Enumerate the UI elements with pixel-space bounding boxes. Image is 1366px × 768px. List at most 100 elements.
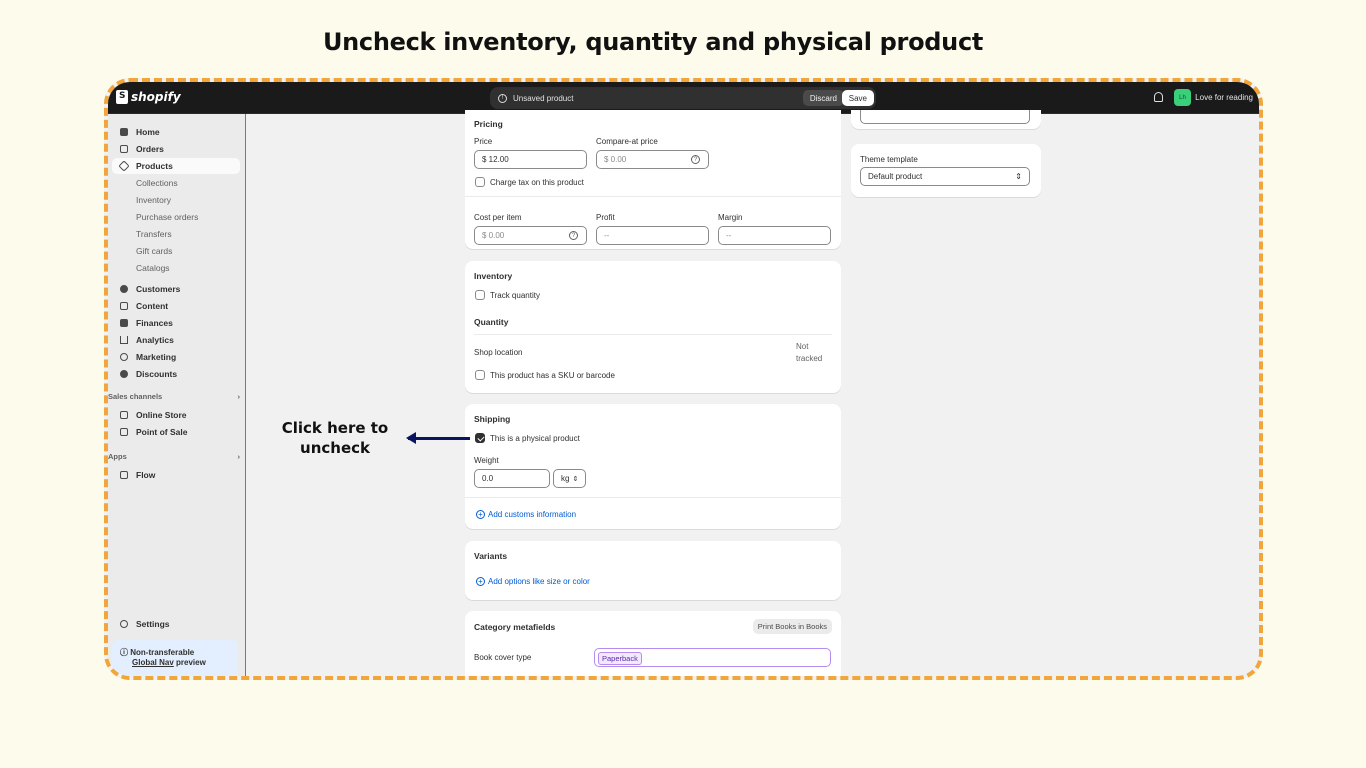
right-top-card [851, 110, 1041, 129]
weight-input[interactable]: 0.0 [474, 469, 550, 488]
target-icon [120, 353, 128, 361]
chevron-right-icon: › [237, 452, 241, 461]
shipping-title: Shipping [474, 414, 511, 424]
store-icon [120, 411, 128, 419]
sku-checkbox[interactable] [475, 370, 485, 380]
compare-price-label: Compare-at price [596, 137, 658, 146]
sidebar-item-settings[interactable]: Settings [112, 616, 240, 632]
shopify-logo[interactable]: shopify [116, 90, 181, 104]
sidebar-item-catalogs[interactable]: Catalogs [112, 260, 240, 276]
sidebar-item-online-store[interactable]: Online Store [112, 407, 240, 423]
sidebar-item-finances[interactable]: Finances [112, 315, 240, 331]
page-headline: Uncheck inventory, quantity and physical… [322, 28, 984, 56]
sidebar-item-discounts[interactable]: Discounts [112, 366, 240, 382]
compare-price-input[interactable]: $ 0.00? [596, 150, 709, 169]
category-metafields-card: Category metafields Print Books in Books… [465, 611, 841, 676]
theme-template-select[interactable]: Default product ⇕ [860, 167, 1030, 186]
sidebar-item-gift-cards[interactable]: Gift cards [112, 243, 240, 259]
tag-icon [118, 160, 130, 172]
sidebar-item-orders[interactable]: Orders [112, 141, 240, 157]
weight-unit-select[interactable]: kg ⇕ [553, 469, 586, 488]
price-label: Price [474, 137, 493, 146]
store-name[interactable]: Love for reading [1195, 93, 1253, 102]
theme-template-label: Theme template [860, 155, 918, 164]
help-icon[interactable]: ? [569, 231, 578, 240]
select-chevron-icon: ⇕ [572, 475, 579, 483]
bank-icon [120, 319, 128, 327]
sidebar-item-flow[interactable]: Flow [112, 467, 240, 483]
orders-icon [120, 145, 128, 153]
sidebar-item-inventory[interactable]: Inventory [112, 192, 240, 208]
shopify-admin-frame: shopify ! Unsaved product Discard Save L… [104, 78, 1263, 680]
sidebar-item-marketing[interactable]: Marketing [112, 349, 240, 365]
select-chevron-icon: ⇕ [1015, 172, 1022, 181]
pricing-title: Pricing [474, 119, 503, 129]
discard-button[interactable]: Discard [802, 90, 844, 106]
cost-input[interactable]: $ 0.00? [474, 226, 587, 245]
add-options-link[interactable]: + Add options like size or color [476, 577, 590, 586]
discount-icon [120, 370, 128, 378]
info-icon: ⓘ [120, 648, 131, 657]
add-customs-link[interactable]: + Add customs information [476, 510, 576, 519]
pricing-card: Pricing Price $ 12.00 Compare-at price $… [465, 110, 841, 249]
paperback-tag[interactable]: Paperback [598, 652, 642, 665]
sales-channels-header[interactable]: Sales channels › [108, 392, 240, 401]
info-icon: ! [498, 93, 507, 103]
divider [465, 497, 841, 498]
person-icon [120, 285, 128, 293]
book-cover-label: Book cover type [474, 653, 532, 662]
sidebar-item-analytics[interactable]: Analytics [112, 332, 240, 348]
store-avatar[interactable]: Lh [1174, 89, 1191, 106]
plus-circle-icon: + [476, 577, 485, 586]
global-nav-preview-notice: ⓘ Non-transferable Global Nav preview [112, 640, 238, 676]
physical-product-checkbox[interactable] [475, 433, 485, 443]
apps-header[interactable]: Apps › [108, 452, 240, 461]
home-icon [120, 128, 128, 136]
gear-icon [120, 620, 128, 628]
sidebar-item-products[interactable]: Products [112, 158, 240, 174]
margin-label: Margin [718, 213, 743, 222]
bar-chart-icon [120, 336, 128, 344]
inventory-card: Inventory Track quantity Quantity Shop l… [465, 261, 841, 393]
sidebar-item-point-of-sale[interactable]: Point of Sale [112, 424, 240, 440]
shop-location-label: Shop location [474, 348, 523, 357]
unsaved-changes-bar: ! Unsaved product Discard Save [490, 87, 876, 109]
track-quantity-checkbox[interactable] [475, 290, 485, 300]
margin-field: -- [718, 226, 831, 245]
metafields-title: Category metafields [474, 622, 556, 632]
sku-label: This product has a SKU or barcode [490, 371, 615, 380]
sidebar-item-content[interactable]: Content [112, 298, 240, 314]
charge-tax-checkbox[interactable] [475, 177, 485, 187]
help-icon[interactable]: ? [691, 155, 700, 164]
right-top-field[interactable] [860, 110, 1030, 124]
shipping-card: Shipping This is a physical product Weig… [465, 404, 841, 529]
book-cover-input[interactable]: Paperback [594, 648, 831, 667]
profit-label: Profit [596, 213, 615, 222]
annotation-text: Click here to uncheck [281, 419, 389, 457]
sidebar: Home Orders Products Collections Invento… [108, 114, 246, 676]
charge-tax-label: Charge tax on this product [490, 178, 584, 187]
sidebar-item-collections[interactable]: Collections [112, 175, 240, 191]
content-icon [120, 302, 128, 310]
bell-icon[interactable] [1154, 92, 1163, 102]
annotation-arrow [406, 432, 470, 444]
variants-card: Variants + Add options like size or color [465, 541, 841, 600]
price-input[interactable]: $ 12.00 [474, 150, 587, 169]
not-tracked-label-1: Not [796, 342, 809, 351]
cost-label: Cost per item [474, 213, 522, 222]
sidebar-item-home[interactable]: Home [112, 124, 240, 140]
sidebar-item-transfers[interactable]: Transfers [112, 226, 240, 242]
track-quantity-label: Track quantity [490, 291, 540, 300]
divider [465, 196, 841, 197]
divider [474, 334, 832, 335]
sidebar-item-purchase-orders[interactable]: Purchase orders [112, 209, 240, 225]
inventory-title: Inventory [474, 271, 513, 281]
flow-icon [120, 471, 128, 479]
global-nav-link[interactable]: Global Nav [120, 658, 174, 667]
plus-circle-icon: + [476, 510, 485, 519]
save-button[interactable]: Save [841, 90, 874, 106]
theme-template-card: Theme template Default product ⇕ [851, 144, 1041, 197]
variants-title: Variants [474, 551, 508, 561]
sidebar-item-customers[interactable]: Customers [112, 281, 240, 297]
chevron-right-icon: › [237, 392, 241, 401]
